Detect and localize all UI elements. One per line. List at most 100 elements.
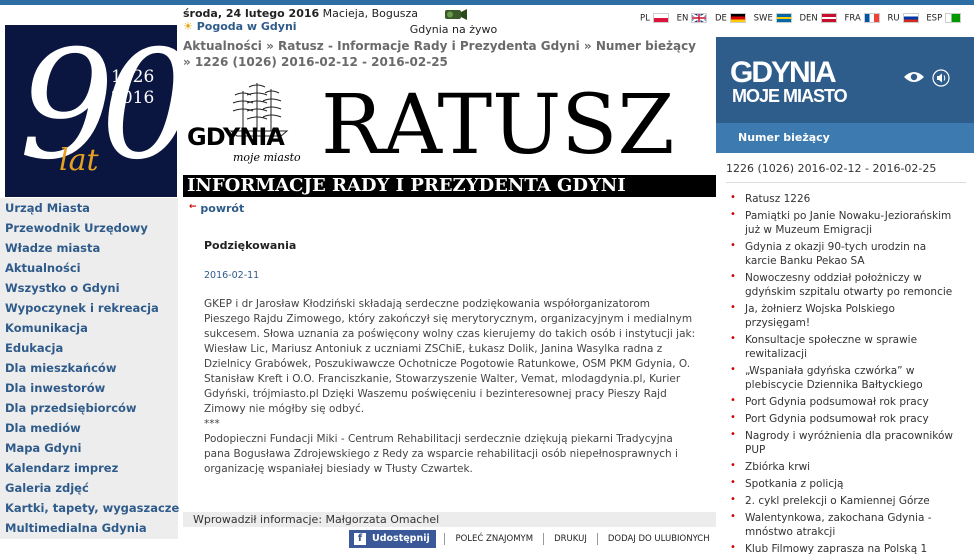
recommend-button[interactable]: POLEĆ ZNAJOMYM bbox=[444, 533, 543, 545]
back-arrow-icon: ← bbox=[189, 202, 197, 212]
gdynia-brand[interactable]: GDYNIA MOJE MIASTO bbox=[716, 37, 974, 123]
nav-item-edukacja[interactable]: Edukacja bbox=[0, 338, 178, 358]
current-issue-header[interactable]: Numer bieżący bbox=[716, 123, 974, 153]
bullet-icon: • bbox=[730, 302, 736, 313]
nav-item-wszystko-o-gdyni[interactable]: Wszystko o Gdyni bbox=[0, 278, 178, 298]
eye-icon[interactable] bbox=[903, 70, 925, 84]
lang-swe[interactable]: SWE bbox=[754, 13, 792, 24]
article-paragraph: Podopieczni Fundacji Miki - Centrum Reha… bbox=[204, 433, 678, 475]
anniversary-logo[interactable]: 90 1926 2016 lat bbox=[5, 25, 177, 197]
issue-number: 1226 (1026) 2016-02-12 - 2016-02-25 bbox=[726, 162, 937, 175]
article-body: GKEP i dr Jarosław Kłodziński składają s… bbox=[204, 297, 699, 477]
nav-item-dla-przedsiebiorcow[interactable]: Dla przedsiębiorców bbox=[0, 398, 178, 418]
sun-icon: ☀ bbox=[183, 20, 193, 33]
bullet-icon: • bbox=[730, 460, 736, 471]
lang-de[interactable]: DE bbox=[715, 13, 746, 24]
lang-den[interactable]: DEN bbox=[800, 13, 837, 24]
list-item[interactable]: • Port Gdynia podsumował rok pracy bbox=[729, 395, 959, 409]
list-item[interactable]: • Nagrody i wyróżnienia dla pracowników P… bbox=[729, 429, 959, 457]
bullet-icon: • bbox=[730, 412, 736, 423]
article-separator: *** bbox=[204, 418, 220, 430]
list-item[interactable]: • 2. cykl prelekcji o Kamiennej Górze bbox=[729, 494, 959, 508]
article-title: Podziękowania bbox=[204, 239, 297, 252]
live-camera-link[interactable]: Gdynia na żywo bbox=[406, 8, 501, 36]
nav-item-przewodnik-urzedowy[interactable]: Przewodnik Urzędowy bbox=[0, 218, 178, 238]
logo-lat: lat bbox=[59, 143, 99, 178]
nav-item-multimedialna-gdynia[interactable]: Multimedialna Gdynia bbox=[0, 518, 178, 538]
nav-item-mapa-gdyni[interactable]: Mapa Gdyni bbox=[0, 438, 178, 458]
bullet-icon: • bbox=[730, 395, 736, 406]
list-item[interactable]: • „Wspaniała gdyńska czwórka” w plebiscyc… bbox=[729, 364, 959, 392]
list-item[interactable]: • Pamiątki po Janie Nowaku-Jeziorańskim j… bbox=[729, 209, 959, 237]
list-item[interactable]: • Klub Filmowy zaprasza na Polską 1 bbox=[729, 542, 959, 556]
bullet-icon: • bbox=[730, 192, 736, 203]
lang-fra[interactable]: FRA bbox=[845, 13, 880, 24]
list-item[interactable]: • Zbiórka krwi bbox=[729, 460, 959, 474]
facebook-icon: f bbox=[354, 533, 366, 545]
lang-pl[interactable]: PL bbox=[640, 13, 669, 24]
list-item[interactable]: • Spotkania z policją bbox=[729, 477, 959, 491]
article-date: 2016-02-11 bbox=[204, 270, 260, 281]
banner-strip: INFORMACJE RADY I PREZYDENTA GDYNI bbox=[183, 175, 716, 197]
fr-flag-icon bbox=[863, 13, 880, 23]
divider bbox=[726, 182, 966, 183]
list-item[interactable]: • Konsultacje społeczne w sprawie rewital… bbox=[729, 333, 959, 361]
bullet-icon: • bbox=[730, 429, 736, 440]
issue-articles-list: • Ratusz 1226 • Pamiątki po Janie Nowaku-J… bbox=[729, 192, 959, 559]
article-actions: f Udostępnij POLEĆ ZNAJOMYM DRUKUJ DODAJ DO… bbox=[349, 530, 720, 550]
ratusz-banner: GDYNIA moje miasto RATUSZ INFORMACJE RAD… bbox=[183, 73, 716, 197]
list-item[interactable]: • Port Gdynia podsumował rok pracy bbox=[729, 412, 959, 426]
de-flag-icon bbox=[729, 13, 746, 23]
weather-link[interactable]: ☀ Pogoda w Gdyni bbox=[183, 20, 297, 33]
webcam-icon bbox=[444, 9, 467, 20]
lang-ru[interactable]: RU bbox=[887, 13, 919, 24]
bullet-icon: • bbox=[730, 477, 736, 488]
top-accent-bar bbox=[0, 0, 974, 5]
uk-flag-icon bbox=[691, 13, 708, 23]
brand-gdynia: GDYNIA bbox=[730, 56, 837, 89]
list-item[interactable]: • Walentynkowa, zakochana Gdynia - mnóstw… bbox=[729, 511, 959, 539]
bullet-icon: • bbox=[730, 364, 736, 375]
list-item[interactable]: • Nowoczesny oddział położniczy w gdyński… bbox=[729, 271, 959, 299]
nav-item-dla-mediow[interactable]: Dla mediów bbox=[0, 418, 178, 438]
nav-item-kartki-tapety[interactable]: Kartki, tapety, wygaszacze bbox=[0, 498, 179, 518]
date-line: środa, 24 lutego 2016 Macieja, Bogusza bbox=[183, 7, 418, 20]
author-info: Wprowadził informacje: Małgorzata Omache… bbox=[183, 512, 716, 527]
nav-item-urzad-miasta[interactable]: Urząd Miasta bbox=[0, 198, 178, 218]
bullet-icon: • bbox=[730, 271, 736, 282]
nav-item-galeria-zdjec[interactable]: Galeria zdjęć bbox=[0, 478, 178, 498]
article-paragraph: GKEP i dr Jarosław Kłodziński składają s… bbox=[204, 298, 696, 415]
list-item[interactable]: • Ja, żołnierz Wojska Polskiego przysięga… bbox=[729, 302, 959, 330]
left-navigation: Urząd Miasta Przewodnik Urzędowy Władze … bbox=[0, 198, 179, 539]
speaker-icon[interactable] bbox=[932, 69, 950, 87]
bullet-icon: • bbox=[730, 494, 736, 505]
article: Podziękowania 2016-02-11 GKEP i dr Jaros… bbox=[183, 217, 716, 512]
ru-flag-icon bbox=[902, 13, 919, 23]
nav-item-komunikacja[interactable]: Komunikacja bbox=[0, 318, 178, 338]
list-item[interactable]: • Ratusz 1226 bbox=[729, 192, 959, 206]
logo-years: 1926 2016 bbox=[111, 67, 155, 108]
nav-item-aktualnosci[interactable]: Aktualności bbox=[0, 258, 178, 278]
breadcrumb[interactable]: Aktualności » Ratusz - Informacje Rady i… bbox=[183, 38, 703, 70]
nav-item-dla-inwestorow[interactable]: Dla inwestorów bbox=[0, 378, 178, 398]
bullet-icon: • bbox=[730, 333, 736, 344]
lang-esp[interactable]: ESP bbox=[926, 13, 962, 24]
banner-moje-miasto: moje miasto bbox=[233, 151, 301, 164]
banner-gdynia: GDYNIA bbox=[187, 123, 285, 151]
nav-item-wladze-miasta[interactable]: Władze miasta bbox=[0, 238, 178, 258]
nav-item-dla-mieszkancow[interactable]: Dla mieszkańców bbox=[0, 358, 178, 378]
facebook-share-button[interactable]: f Udostępnij bbox=[349, 530, 436, 548]
se-flag-icon bbox=[775, 13, 792, 23]
bullet-icon: • bbox=[730, 240, 736, 251]
nav-item-wypoczynek[interactable]: Wypoczynek i rekreacja bbox=[0, 298, 178, 318]
add-to-favorites-button[interactable]: DODAJ DO ULUBIONYCH bbox=[596, 533, 720, 545]
pl-flag-icon bbox=[652, 13, 669, 23]
back-link[interactable]: ← powrót bbox=[189, 202, 244, 215]
print-button[interactable]: DRUKUJ bbox=[543, 533, 597, 545]
current-date: środa, 24 lutego 2016 bbox=[183, 7, 320, 20]
bullet-icon: • bbox=[730, 511, 736, 522]
list-item[interactable]: • Gdynia z okazji 90-tych urodzin na karc… bbox=[729, 240, 959, 268]
nav-item-kalendarz-imprez[interactable]: Kalendarz imprez bbox=[0, 458, 178, 478]
lang-en[interactable]: EN bbox=[677, 13, 708, 24]
language-switcher: PL EN DE SWE DEN FRA RU ESP bbox=[640, 13, 966, 24]
